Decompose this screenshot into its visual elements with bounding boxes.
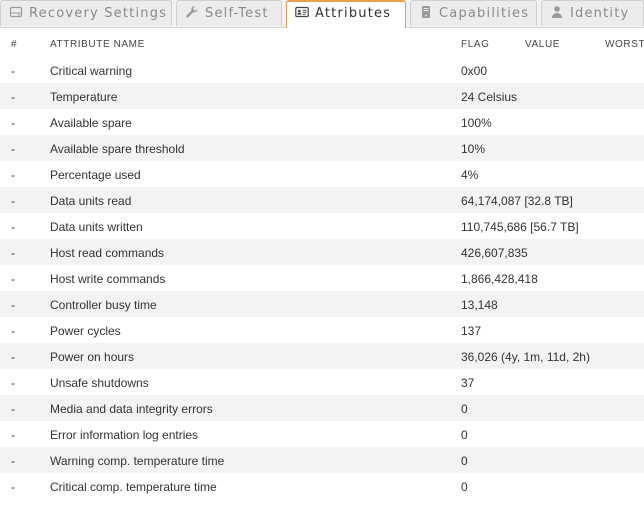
attribute-name: Data units read bbox=[50, 194, 132, 208]
row-num: - bbox=[11, 324, 15, 338]
tab-label: Recovery Settings bbox=[29, 6, 168, 21]
tab-label: Capabilities bbox=[439, 6, 530, 21]
table-row[interactable]: - Critical warning 0x00 bbox=[0, 57, 644, 83]
tab-attributes[interactable]: Attributes bbox=[286, 0, 406, 28]
attribute-name: Host read commands bbox=[50, 246, 165, 260]
attribute-flag: 4% bbox=[461, 168, 479, 182]
attribute-flag: 36,026 (4y, 1m, 11d, 2h) bbox=[461, 350, 590, 364]
attributes-table-body: - Critical warning 0x00 - Temperature 24 Cel… bbox=[0, 57, 644, 499]
row-num: - bbox=[11, 194, 15, 208]
row-num: - bbox=[11, 64, 15, 78]
table-row[interactable]: - Unsafe shutdowns 37 bbox=[0, 369, 644, 395]
drive-icon bbox=[419, 5, 433, 19]
row-num: - bbox=[11, 116, 15, 130]
tab-capabilities[interactable]: Capabilities bbox=[410, 0, 537, 26]
table-row[interactable]: - Power on hours 36,026 (4y, 1m, 11d, 2h) bbox=[0, 343, 644, 369]
tab-label: Identity bbox=[570, 6, 630, 21]
row-num: - bbox=[11, 350, 15, 364]
attribute-flag: 13,148 bbox=[461, 298, 498, 312]
id-card-icon bbox=[295, 5, 309, 19]
row-num: - bbox=[11, 168, 15, 182]
row-num: - bbox=[11, 90, 15, 104]
attribute-name: Warning comp. temperature time bbox=[50, 454, 225, 468]
row-num: - bbox=[11, 220, 15, 234]
attribute-flag: 0x00 bbox=[461, 64, 488, 78]
row-num: - bbox=[11, 454, 15, 468]
column-header-flag[interactable]: FLAG bbox=[461, 39, 490, 50]
row-num: - bbox=[11, 142, 15, 156]
attribute-name: Power cycles bbox=[50, 324, 121, 338]
attribute-name: Data units written bbox=[50, 220, 143, 234]
table-row[interactable]: - Available spare threshold 10% bbox=[0, 135, 644, 161]
column-header-name[interactable]: ATTRIBUTE NAME bbox=[50, 39, 145, 50]
attribute-flag: 110,745,686 [56.7 TB] bbox=[461, 220, 579, 234]
attribute-name: Temperature bbox=[50, 90, 118, 104]
tab-recovery-settings[interactable]: Recovery Settings bbox=[0, 0, 172, 26]
tab-label: Self-Test bbox=[205, 6, 269, 21]
attribute-flag: 64,174,087 [32.8 TB] bbox=[461, 194, 573, 208]
table-row[interactable]: - Error information log entries 0 bbox=[0, 421, 644, 447]
table-header: # ATTRIBUTE NAME FLAG VALUE WORST bbox=[0, 31, 644, 57]
table-row[interactable]: - Critical comp. temperature time 0 bbox=[0, 473, 644, 499]
tab-self-test[interactable]: Self-Test bbox=[176, 0, 282, 26]
column-header-value[interactable]: VALUE bbox=[525, 39, 560, 50]
column-header-num[interactable]: # bbox=[11, 39, 17, 50]
table-row[interactable]: - Percentage used 4% bbox=[0, 161, 644, 187]
table-row[interactable]: - Available spare 100% bbox=[0, 109, 644, 135]
tab-bar: Recovery Settings Self-Test Attributes C… bbox=[0, 0, 644, 28]
attribute-name: Critical warning bbox=[50, 64, 133, 78]
row-num: - bbox=[11, 402, 15, 416]
attribute-name: Host write commands bbox=[50, 272, 166, 286]
attribute-name: Controller busy time bbox=[50, 298, 157, 312]
table-row[interactable]: - Temperature 24 Celsius bbox=[0, 83, 644, 109]
table-row[interactable]: - Warning comp. temperature time 0 bbox=[0, 447, 644, 473]
attribute-name: Available spare threshold bbox=[50, 142, 185, 156]
attribute-flag: 0 bbox=[461, 402, 468, 416]
attribute-name: Unsafe shutdowns bbox=[50, 376, 149, 390]
table-row[interactable]: - Media and data integrity errors 0 bbox=[0, 395, 644, 421]
wrench-icon bbox=[185, 5, 199, 19]
table-row[interactable]: - Data units written 110,745,686 [56.7 TB] bbox=[0, 213, 644, 239]
attribute-name: Percentage used bbox=[50, 168, 141, 182]
row-num: - bbox=[11, 246, 15, 260]
attribute-flag: 24 Celsius bbox=[461, 90, 518, 104]
attribute-flag: 100% bbox=[461, 116, 492, 130]
row-num: - bbox=[11, 480, 15, 494]
attribute-name: Error information log entries bbox=[50, 428, 199, 442]
table-row[interactable]: - Host write commands 1,866,428,418 bbox=[0, 265, 644, 291]
attribute-flag: 0 bbox=[461, 454, 468, 468]
attribute-flag: 0 bbox=[461, 480, 468, 494]
row-num: - bbox=[11, 428, 15, 442]
attribute-flag: 426,607,835 bbox=[461, 246, 528, 260]
row-num: - bbox=[11, 298, 15, 312]
tab-identity[interactable]: Identity bbox=[541, 0, 644, 26]
attribute-flag: 137 bbox=[461, 324, 482, 338]
tab-label: Attributes bbox=[315, 6, 392, 21]
user-icon bbox=[550, 5, 564, 19]
attribute-name: Media and data integrity errors bbox=[50, 402, 213, 416]
row-num: - bbox=[11, 272, 15, 286]
attribute-flag: 0 bbox=[461, 428, 468, 442]
table-row[interactable]: - Host read commands 426,607,835 bbox=[0, 239, 644, 265]
table-row[interactable]: - Controller busy time 13,148 bbox=[0, 291, 644, 317]
attribute-flag: 1,866,428,418 bbox=[461, 272, 538, 286]
attribute-name: Critical comp. temperature time bbox=[50, 480, 217, 494]
column-header-worst[interactable]: WORST bbox=[605, 39, 644, 50]
attribute-name: Power on hours bbox=[50, 350, 135, 364]
attribute-flag: 10% bbox=[461, 142, 486, 156]
disk-icon bbox=[9, 5, 23, 19]
row-num: - bbox=[11, 376, 15, 390]
attribute-flag: 37 bbox=[461, 376, 475, 390]
table-row[interactable]: - Data units read 64,174,087 [32.8 TB] bbox=[0, 187, 644, 213]
table-row[interactable]: - Power cycles 137 bbox=[0, 317, 644, 343]
attribute-name: Available spare bbox=[50, 116, 132, 130]
